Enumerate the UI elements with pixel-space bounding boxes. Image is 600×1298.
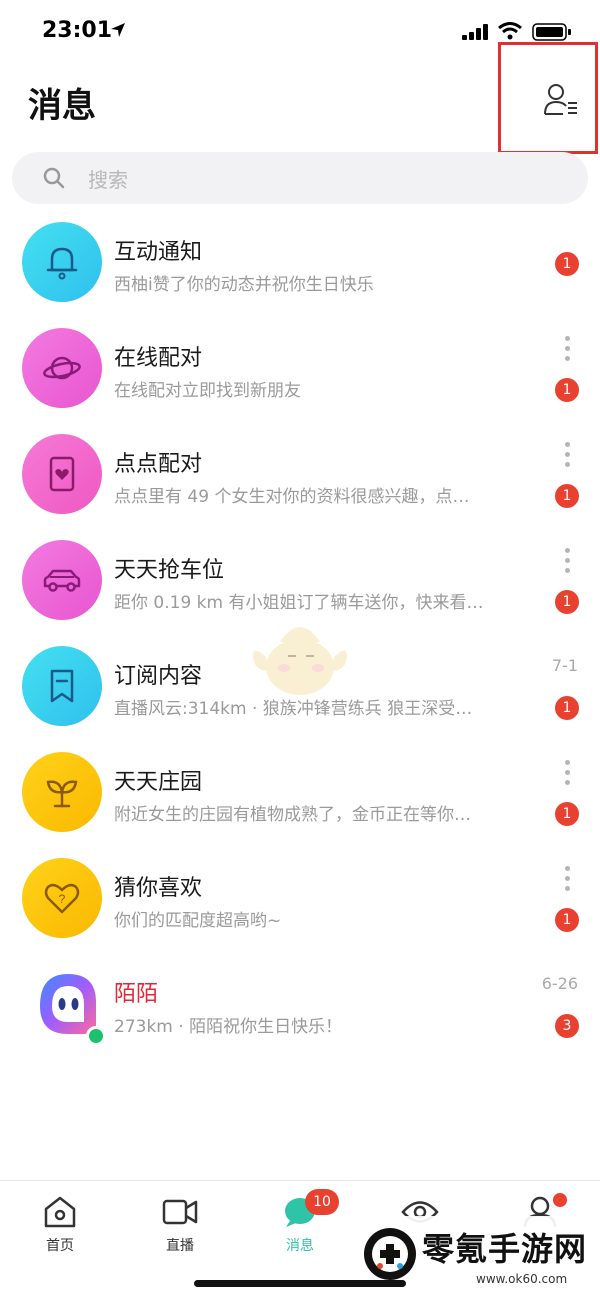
page-title: 消息 — [28, 86, 96, 126]
list-item-garden[interactable]: 天天庄园 附近女生的庄园有植物成熟了，金币正在等你… 1 — [0, 740, 600, 844]
unread-badge: 1 — [555, 908, 579, 932]
bell-avatar — [22, 222, 102, 302]
unread-badge: 1 — [555, 252, 579, 276]
conversation-title: 订阅内容 — [114, 664, 203, 689]
bookmark-avatar — [22, 646, 102, 726]
mascot-watermark-icon — [253, 627, 347, 695]
watermark-url: www.ok60.com — [476, 1272, 568, 1286]
conversation-time: 6-26 — [541, 974, 578, 993]
list-item-momo[interactable]: 陌陌 273km · 陌陌祝你生日快乐！ 6-26 3 — [0, 952, 600, 1056]
video-icon — [162, 1199, 198, 1225]
bell-icon — [46, 247, 78, 280]
car-icon — [43, 569, 81, 592]
list-item-guess-like[interactable]: ? 猜你喜欢 你们的匹配度超高哟~ 1 — [0, 846, 600, 950]
contacts-icon — [544, 84, 577, 115]
conversation-title: 互动通知 — [114, 240, 203, 265]
conversation-preview: 附近女生的庄园有植物成熟了，金币正在等你… — [114, 805, 471, 825]
planet-icon — [43, 356, 81, 380]
more-dots-icon[interactable] — [565, 760, 571, 790]
tab-home[interactable]: 首页 — [15, 1195, 105, 1255]
unread-badge: 1 — [555, 484, 579, 508]
conversation-title: 在线配对 — [114, 346, 203, 371]
unread-badge: 1 — [555, 590, 579, 614]
svg-text:?: ? — [59, 892, 66, 906]
tab-label: 消息 — [286, 1238, 314, 1254]
home-indicator[interactable] — [194, 1280, 406, 1287]
list-item-online-match[interactable]: 在线配对 在线配对立即找到新朋友 1 — [0, 316, 600, 420]
location-arrow-icon — [111, 23, 125, 37]
conversation-preview: 西柚i赞了你的动态并祝你生日快乐 — [114, 275, 374, 295]
online-status-dot — [86, 1026, 106, 1046]
list-item-dot-match[interactable]: 点点配对 点点里有 49 个女生对你的资料很感兴趣，点… 1 — [0, 422, 600, 526]
tab-messages[interactable]: 10 消息 — [255, 1189, 345, 1255]
planet-avatar — [22, 328, 102, 408]
conversation-preview: 点点里有 49 个女生对你的资料很感兴趣，点… — [114, 487, 470, 507]
conversation-title: 点点配对 — [114, 452, 203, 477]
conversation-title: 猜你喜欢 — [114, 876, 203, 901]
unread-badge: 3 — [555, 1014, 579, 1038]
home-icon — [44, 1196, 76, 1228]
more-dots-icon[interactable] — [565, 442, 571, 472]
status-time: 23:01 — [42, 18, 113, 43]
tab-label: 直播 — [166, 1238, 194, 1254]
more-dots-icon[interactable] — [565, 336, 571, 366]
sprout-icon — [46, 780, 78, 808]
conversation-title: 天天抢车位 — [114, 558, 225, 583]
search-input[interactable]: 搜索 — [12, 152, 588, 204]
conversation-preview: 你们的匹配度超高哟~ — [114, 911, 282, 931]
list-item-interaction-notice[interactable]: 互动通知 西柚i赞了你的动态并祝你生日快乐 1 — [0, 210, 600, 314]
wifi-icon — [498, 22, 522, 40]
conversation-preview: 距你 0.19 km 有小姐姐订了辆车送你，快来看… — [114, 593, 484, 613]
watermark-name: 零氪手游网 — [422, 1230, 588, 1268]
heart-avatar: ? — [22, 858, 102, 938]
conversation-title: 天天庄园 — [114, 770, 203, 795]
tab-badge: 10 — [305, 1189, 339, 1215]
heart-card-icon — [49, 456, 75, 492]
conversation-preview: 273km · 陌陌祝你生日快乐！ — [114, 1017, 343, 1037]
conversation-time: 7-1 — [551, 656, 578, 675]
search-icon — [43, 167, 65, 189]
tab-live[interactable]: 直播 — [135, 1195, 225, 1255]
contacts-button[interactable] — [498, 42, 598, 154]
unread-badge: 1 — [555, 378, 579, 402]
more-dots-icon[interactable] — [565, 548, 571, 578]
sprout-avatar — [22, 752, 102, 832]
conversation-title: 陌陌 — [114, 982, 159, 1007]
unread-badge: 1 — [555, 802, 579, 826]
heart-question-icon: ? — [44, 883, 80, 914]
tab-label: 首页 — [46, 1238, 74, 1254]
cellular-signal-icon — [462, 24, 488, 40]
conversation-preview: 在线配对立即找到新朋友 — [114, 381, 301, 401]
notification-dot — [553, 1193, 567, 1207]
unread-badge: 1 — [555, 696, 579, 720]
battery-icon — [532, 23, 571, 41]
gamepad-logo-icon — [364, 1228, 416, 1280]
car-avatar — [22, 540, 102, 620]
search-placeholder: 搜索 — [88, 168, 128, 192]
bookmark-icon — [50, 669, 74, 703]
more-dots-icon[interactable] — [565, 866, 571, 896]
card-avatar — [22, 434, 102, 514]
